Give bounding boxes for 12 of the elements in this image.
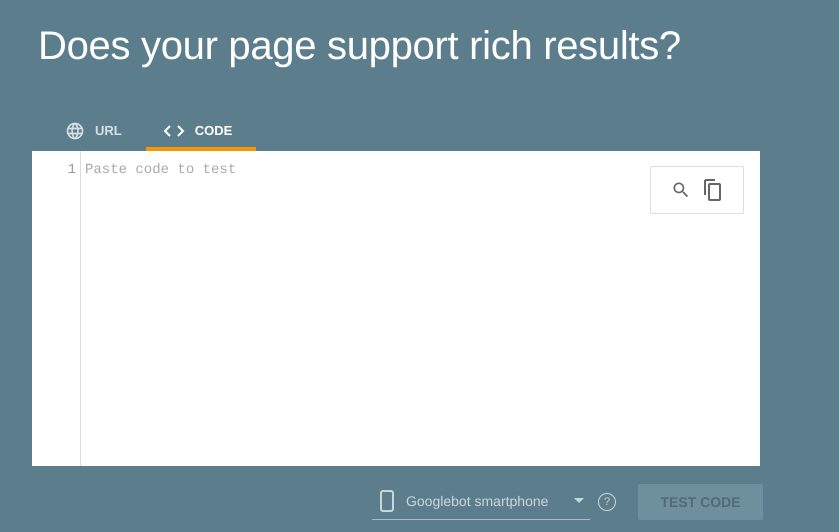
code-input-field[interactable]: Paste code to test xyxy=(81,151,760,466)
globe-icon xyxy=(65,120,85,140)
smartphone-icon xyxy=(380,490,394,512)
dropdown-caret-icon xyxy=(574,498,584,503)
help-icon[interactable]: ? xyxy=(598,493,616,511)
code-brackets-icon xyxy=(162,124,185,138)
copy-icon[interactable] xyxy=(701,178,723,202)
line-numbers: 1 xyxy=(32,151,81,466)
page-title: Does your page support rich results? xyxy=(38,23,682,70)
search-icon[interactable] xyxy=(671,180,691,200)
device-select[interactable]: Googlebot smartphone xyxy=(372,484,590,520)
tab[interactable]: URL xyxy=(48,114,146,151)
